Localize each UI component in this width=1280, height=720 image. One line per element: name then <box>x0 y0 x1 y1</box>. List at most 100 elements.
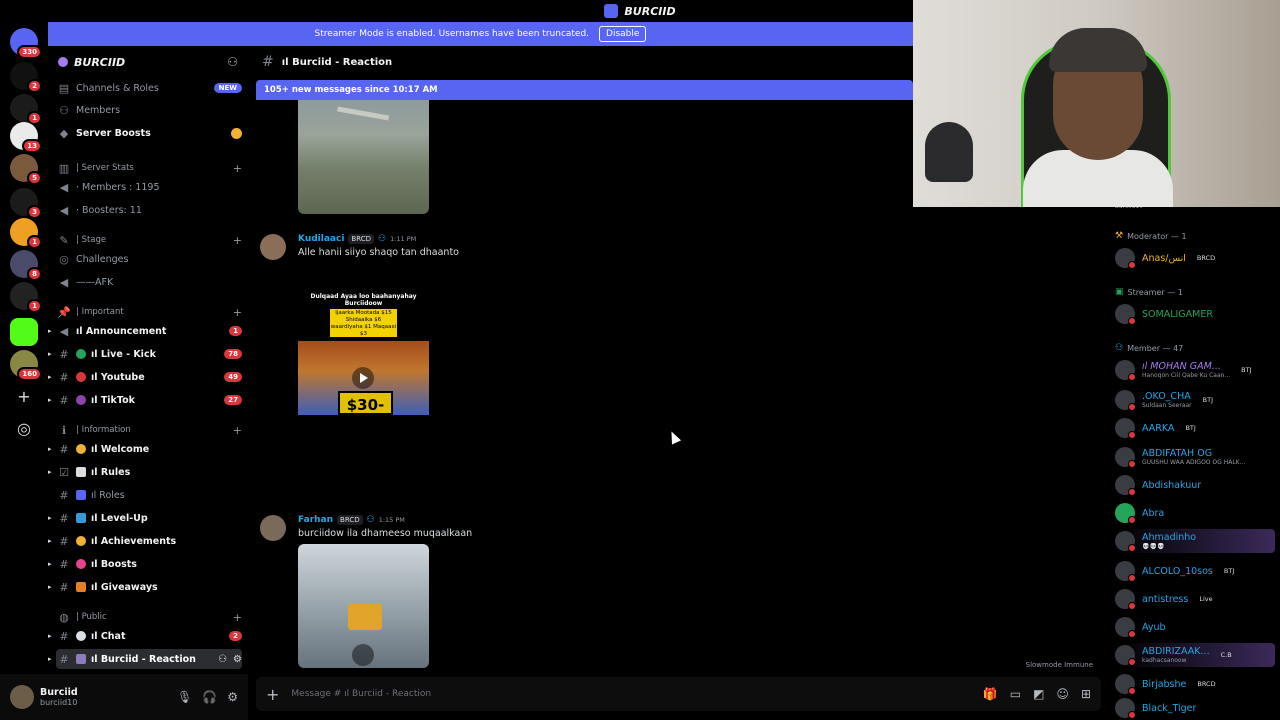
category-information[interactable]: ℹ | Information + <box>56 420 242 440</box>
server-icon <box>58 57 68 67</box>
trophy-icon <box>76 536 86 546</box>
channel-achievements[interactable]: ▸ # ıl Achievements <box>48 531 242 551</box>
avatar <box>1115 617 1136 638</box>
user-avatar[interactable] <box>10 685 34 709</box>
member-item[interactable]: ABDIRIZAAK... kadhacsanoow C.B <box>1115 643 1275 667</box>
user-info[interactable]: Burciid burciid10 <box>40 687 78 707</box>
channel-level-up[interactable]: ▸ # ıl Level-Up <box>48 508 242 528</box>
member-name: antistress <box>1142 593 1189 605</box>
channel-youtube[interactable]: ▸ # ıl Youtube 49 <box>48 367 242 387</box>
add-channel-icon[interactable]: + <box>233 611 242 624</box>
hash-icon: # <box>59 393 69 407</box>
member-item[interactable]: ıl MOHAN GAM... Hanoqon Ciil Qabe Ku Caan… <box>1115 358 1275 382</box>
home-button[interactable]: 330 <box>10 28 42 59</box>
category-important[interactable]: 📌 | Important + <box>56 302 242 322</box>
headphones-icon[interactable]: 🎧 <box>202 690 217 704</box>
member-item[interactable]: SOMALIGAMER <box>1115 302 1275 326</box>
server-header[interactable]: BURCIID ⚇ <box>48 46 248 78</box>
message-input[interactable]: Message # ıl Burciid - Reaction <box>291 689 970 699</box>
video-attachment[interactable] <box>298 544 429 668</box>
play-icon[interactable] <box>352 644 374 666</box>
guild-icon[interactable]: 13 <box>10 122 42 153</box>
channel-welcome[interactable]: ▸ # ıl Welcome <box>48 439 242 459</box>
channel-announcement[interactable]: ▸ ◀ ıl Announcement 1 <box>48 321 242 341</box>
add-channel-icon[interactable]: + <box>233 234 242 247</box>
channel-roles[interactable]: # ıl Roles <box>56 485 242 505</box>
guild-icon[interactable]: 2 <box>10 62 42 93</box>
member-item[interactable]: Abdishakuur <box>1115 473 1275 497</box>
channel-giveaways[interactable]: ▸ # ıl Giveaways <box>48 577 242 597</box>
members-item[interactable]: ⚇ Members <box>56 100 242 120</box>
member-item[interactable]: Abra <box>1115 501 1275 525</box>
category-server-stats[interactable]: ▥ | Server Stats + <box>56 158 242 178</box>
settings-gear-icon[interactable]: ⚙ <box>233 654 242 665</box>
channel-chat[interactable]: ▸ # ıl Chat 2 <box>48 626 242 646</box>
member-item[interactable]: .OKO_CHA Suldaan Seeraar BTJ <box>1115 388 1275 412</box>
avatar[interactable] <box>260 234 286 260</box>
stage-channel[interactable]: ◎ Challenges <box>56 249 242 269</box>
microphone-icon[interactable]: 🎙 <box>177 690 192 704</box>
channel-rules[interactable]: ▸ ☑ ıl Rules <box>48 462 242 482</box>
sticker-icon[interactable]: ◩ <box>1033 687 1044 701</box>
server-tag: BRCD <box>348 234 375 244</box>
voice-channel[interactable]: ◀ ⋅ Boosters: 11 <box>56 200 242 220</box>
server-boosts-item[interactable]: ◆ Server Boosts <box>56 123 242 143</box>
add-channel-icon[interactable]: + <box>233 162 242 175</box>
avatar[interactable] <box>260 515 286 541</box>
add-server-icon[interactable]: + <box>10 382 38 410</box>
gift-icon[interactable]: 🎁 <box>983 687 998 701</box>
play-icon[interactable] <box>352 367 374 389</box>
member-item[interactable]: Birjabshe BRCD <box>1115 672 1275 696</box>
member-item[interactable]: Anas/انس BRCD <box>1115 246 1275 270</box>
guild-icon[interactable]: 1 <box>10 282 42 313</box>
member-item[interactable]: ALCOLO_10sos BTJ <box>1115 559 1275 583</box>
voice-channel[interactable]: ◀ ——AFK <box>56 272 242 292</box>
book-icon <box>76 467 86 477</box>
member-icon: ⚇ <box>378 234 387 244</box>
invite-member-icon[interactable]: ⚇ <box>218 654 227 665</box>
webcam-overlay <box>913 0 1280 207</box>
channel-boosts[interactable]: ▸ # ıl Boosts <box>48 554 242 574</box>
channel-label: ıl Achievements <box>91 535 177 547</box>
author-name[interactable]: Kudilaaci <box>298 234 344 244</box>
add-channel-icon[interactable]: + <box>233 424 242 437</box>
member-item[interactable]: Ayub <box>1115 615 1275 639</box>
video-attachment[interactable]: Dulqaad Ayaa loo baahanyahay Burciidoow … <box>298 263 429 495</box>
add-channel-icon[interactable]: + <box>233 306 242 319</box>
member-item[interactable]: Ahmadinho 💀💀💀 <box>1115 529 1275 553</box>
new-messages-bar[interactable]: 105+ new messages since 10:17 AM <box>256 80 913 100</box>
category-stage[interactable]: ✎ | Stage + <box>56 230 242 250</box>
voice-channel[interactable]: ◀ ⋅ Members : 1195 <box>56 177 242 197</box>
member-status: Suldaan Seeraar <box>1142 402 1192 409</box>
add-attachment-icon[interactable]: + <box>266 685 279 704</box>
channel-burciid-reaction[interactable]: ▸ # ıl Burciid - Reaction ⚇ ⚙ <box>48 649 242 669</box>
invite-icon[interactable]: ⚇ <box>227 55 238 69</box>
gif-icon[interactable]: ▭ <box>1010 687 1021 701</box>
guild-icon[interactable]: 160 <box>10 350 42 381</box>
category-public[interactable]: ◍ | Public + <box>56 607 242 627</box>
settings-gear-icon[interactable]: ⚙ <box>227 690 238 704</box>
member-name: Ayub <box>1142 621 1166 633</box>
author-name[interactable]: Farhan <box>298 515 333 525</box>
channel-tiktok[interactable]: ▸ # ıl TikTok 27 <box>48 390 242 410</box>
member-item[interactable]: Black_Tiger <box>1115 696 1275 720</box>
kick-guild-icon[interactable] <box>10 318 38 346</box>
channels-roles-item[interactable]: ▤ Channels & Roles NEW <box>56 78 242 98</box>
guild-icon[interactable]: 3 <box>10 188 42 219</box>
avatar <box>1115 531 1136 552</box>
member-item[interactable]: antistress Live <box>1115 587 1275 611</box>
disable-button[interactable]: Disable <box>599 26 647 42</box>
emoji-icon[interactable]: ☺ <box>1056 687 1069 701</box>
channel-live-kick[interactable]: ▸ # ıl Live - Kick 78 <box>48 344 242 364</box>
guild-icon[interactable]: 1 <box>10 94 42 125</box>
avatar <box>1115 447 1136 468</box>
member-item[interactable]: ABDIFATAH OG GUUSHU WAA ADIGOO OG HALK... <box>1115 445 1275 469</box>
guild-icon[interactable]: 8 <box>10 250 42 281</box>
member-item[interactable]: AARKA BTJ <box>1115 416 1275 440</box>
guild-icon[interactable]: 1 <box>10 218 42 249</box>
guild-icon[interactable]: 5 <box>10 154 42 185</box>
apps-icon[interactable]: ⊞ <box>1081 687 1091 701</box>
discover-icon[interactable]: ◎ <box>10 414 38 442</box>
image-attachment[interactable] <box>298 100 429 214</box>
banner-text: Streamer Mode is enabled. Usernames have… <box>314 29 590 39</box>
